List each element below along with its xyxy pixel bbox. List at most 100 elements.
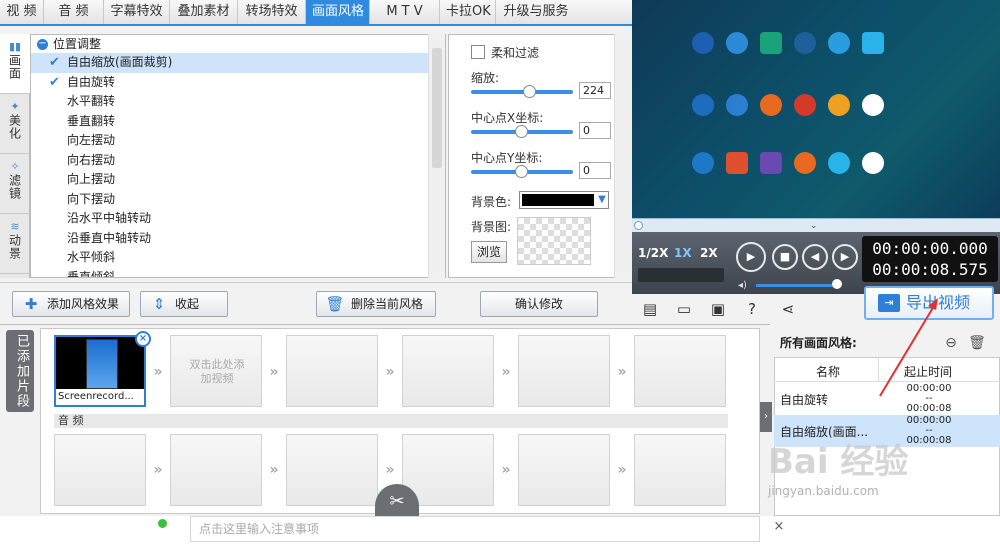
transition-arrow-icon[interactable]: »	[498, 364, 514, 380]
volume-icon[interactable]: ◂)	[738, 280, 747, 291]
delete-style-button[interactable]: 🗑 删除当前风格	[316, 291, 436, 317]
speed-half-button[interactable]: 1/2X	[638, 246, 668, 260]
collapse-icon: ⇕	[152, 295, 166, 313]
vtab-dynamic[interactable]: ≋ 动景	[0, 214, 30, 274]
effect-item[interactable]: 垂直翻转	[31, 112, 429, 132]
transition-arrow-icon[interactable]: »	[382, 364, 398, 380]
effect-item[interactable]: 垂直倾斜	[31, 268, 429, 278]
style-row[interactable]: 自由旋转 00:00:00 -- 00:00:08	[774, 383, 1000, 415]
chevron-right-icon[interactable]: ›	[760, 402, 772, 432]
add-style-button[interactable]: ✚ 添加风格效果	[12, 291, 130, 317]
transition-arrow-icon[interactable]: »	[498, 462, 514, 478]
vtab-frame[interactable]: ▮▮ 画面	[0, 34, 30, 94]
empty-clip-slot[interactable]	[634, 335, 726, 407]
chevron-down-icon[interactable]: ⌄	[810, 221, 818, 231]
transition-arrow-icon[interactable]: »	[614, 462, 630, 478]
tab-overlay[interactable]: 叠加素材	[170, 0, 238, 24]
effect-item[interactable]: 水平翻转	[31, 92, 429, 112]
back-icon[interactable]: ⊖	[942, 334, 960, 352]
volume-knob[interactable]	[832, 279, 842, 289]
help-icon[interactable]: ?	[742, 300, 762, 318]
style-row-name: 自由旋转	[780, 393, 829, 407]
audio-slot[interactable]	[518, 434, 610, 506]
vtab-frame-label: 画面	[7, 54, 22, 80]
scale-slider[interactable]	[471, 85, 573, 98]
center-x-input[interactable]: 0	[579, 122, 611, 139]
baidu-watermark: Bai 经验 jingyan.baidu.com	[768, 440, 998, 540]
transition-arrow-icon[interactable]: »	[150, 364, 166, 380]
tab-karaoke[interactable]: 卡拉OK	[440, 0, 496, 24]
next-frame-icon[interactable]: ▶	[832, 244, 858, 270]
empty-clip-slot[interactable]	[402, 335, 494, 407]
save-icon[interactable]: ▣	[708, 300, 728, 318]
empty-clip-slot[interactable]: 双击此处添加视频	[170, 335, 262, 407]
center-y-slider[interactable]	[471, 165, 573, 178]
effect-list-scrollbar[interactable]	[428, 34, 445, 278]
transition-arrow-icon[interactable]: »	[150, 462, 166, 478]
speed-2x-button[interactable]: 2X	[700, 246, 718, 260]
transition-arrow-icon[interactable]: »	[266, 364, 282, 380]
properties-scrollbar[interactable]	[614, 34, 632, 278]
open-folder-icon[interactable]: ▭	[674, 300, 694, 318]
soft-filter-checkbox[interactable]	[471, 45, 485, 59]
effect-item[interactable]: 向下摆动	[31, 190, 429, 210]
tab-audio[interactable]: 音 频	[44, 0, 104, 24]
collapse-button[interactable]: ⇕ 收起	[140, 291, 228, 317]
tab-mtv[interactable]: M T V	[370, 0, 440, 24]
scale-slider-knob[interactable]	[523, 85, 536, 98]
collapse-group-icon[interactable]: −	[37, 38, 48, 50]
empty-clip-slot[interactable]	[286, 335, 378, 407]
progress-handle[interactable]	[634, 221, 643, 230]
tab-video[interactable]: 视 频	[0, 0, 44, 24]
center-y-input[interactable]: 0	[579, 162, 611, 179]
center-x-slider[interactable]	[471, 125, 573, 138]
group-position-adjust[interactable]: − 位置调整	[31, 35, 445, 53]
stop-icon[interactable]: ■	[772, 244, 798, 270]
effect-item[interactable]: 沿垂直中轴转动	[31, 229, 429, 249]
bg-color-select[interactable]: ▼	[519, 191, 609, 209]
center-y-label: 中心点Y坐标:	[471, 151, 543, 165]
effect-item-free-rotate[interactable]: ✔ 自由旋转	[31, 73, 429, 93]
tab-upgrade-service[interactable]: 升级与服务	[496, 0, 576, 24]
center-y-slider-knob[interactable]	[515, 165, 528, 178]
effect-item[interactable]: 沿水平中轴转动	[31, 209, 429, 229]
prev-frame-icon[interactable]: ◀	[802, 244, 828, 270]
volume-slider[interactable]	[756, 284, 838, 287]
vtab-filter[interactable]: ✧ 滤镜	[0, 154, 30, 214]
center-x-slider-knob[interactable]	[515, 125, 528, 138]
effect-item[interactable]: 水平倾斜	[31, 248, 429, 268]
vtab-beautify[interactable]: ✦ 美化	[0, 94, 30, 154]
speed-1x-button[interactable]: 1X	[674, 246, 692, 260]
transition-arrow-icon[interactable]: »	[614, 364, 630, 380]
audio-slot[interactable]	[286, 434, 378, 506]
remove-clip-icon[interactable]: ×	[135, 331, 151, 347]
effect-item[interactable]: 向上摆动	[31, 170, 429, 190]
preview-app-icon	[692, 94, 714, 116]
speed-bar[interactable]	[638, 268, 724, 282]
browse-button[interactable]: 浏览	[471, 241, 507, 263]
transition-arrow-icon[interactable]: »	[382, 462, 398, 478]
audio-slot[interactable]	[634, 434, 726, 506]
share-icon[interactable]: ⋖	[778, 300, 798, 318]
empty-clip-slot[interactable]	[518, 335, 610, 407]
audio-slot[interactable]	[54, 434, 146, 506]
effect-item[interactable]: 向左摆动	[31, 131, 429, 151]
play-icon[interactable]: ▶	[736, 242, 766, 272]
transition-arrow-icon[interactable]: »	[266, 462, 282, 478]
tab-picture-style[interactable]: 画面风格	[306, 0, 370, 24]
confirm-change-button[interactable]: 确认修改	[480, 291, 598, 317]
tab-subtitle-effects[interactable]: 字幕特效	[104, 0, 170, 24]
effect-item-free-scale[interactable]: ✔ 自由缩放(画面裁剪)	[31, 53, 429, 73]
effect-item[interactable]: 向右摆动	[31, 151, 429, 171]
playback-progress-bar[interactable]: ⌄	[632, 218, 1000, 232]
audio-slot[interactable]	[170, 434, 262, 506]
new-file-icon[interactable]: ▤	[640, 300, 660, 318]
scrollbar-thumb[interactable]	[432, 48, 442, 168]
note-input[interactable]: 点击这里输入注意事项	[190, 516, 760, 542]
video-clip[interactable]: Screenrecord...	[54, 335, 146, 407]
added-clips-tab[interactable]: 已添加片段	[6, 330, 34, 412]
export-video-button[interactable]: ⇥ 导出视频	[864, 286, 994, 320]
tab-transitions[interactable]: 转场特效	[238, 0, 306, 24]
scale-input[interactable]: 224	[579, 82, 611, 99]
trash-icon[interactable]: 🗑	[968, 334, 986, 352]
